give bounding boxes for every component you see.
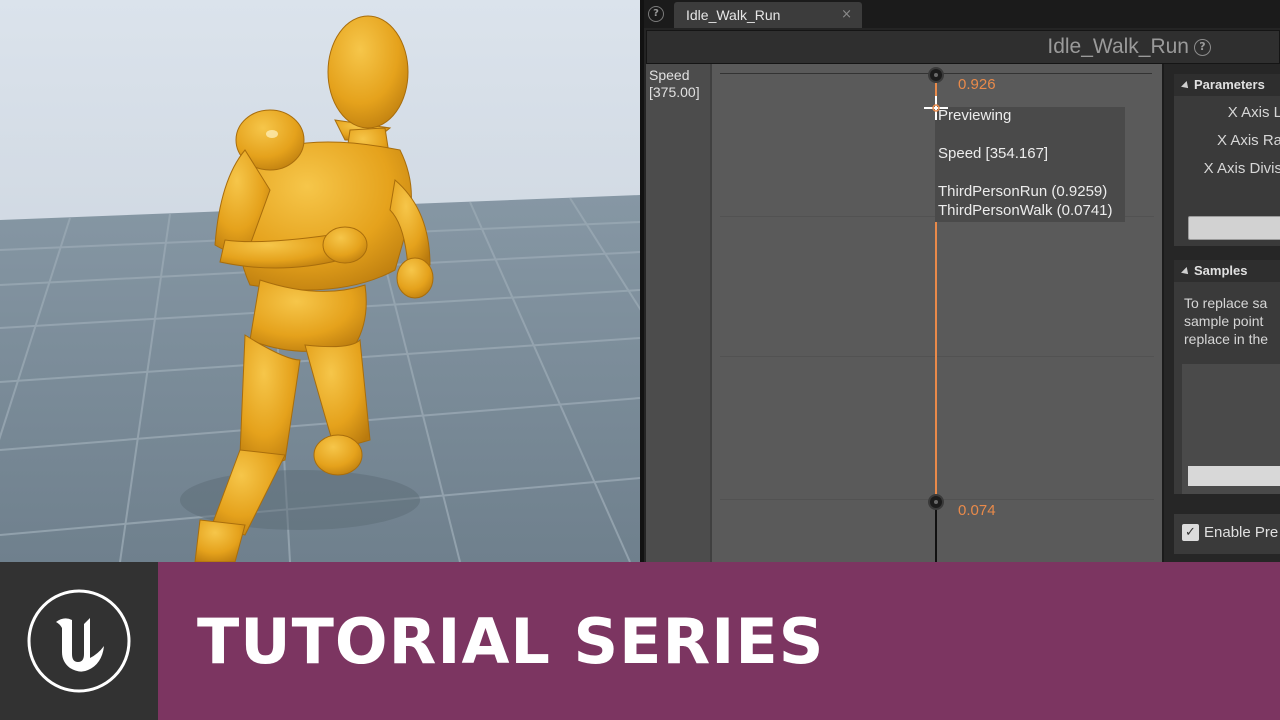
sample-point-run[interactable] [928, 67, 944, 83]
blend-space-graph[interactable]: 0.926 0.074 Previewing Speed [354.167] T… [710, 64, 1162, 562]
samples-section: Samples To replace sa sample point repla… [1174, 260, 1280, 494]
enable-preview-row: ✓ Enable Pre [1174, 514, 1280, 554]
sample-weight-walk: 0.074 [958, 502, 996, 519]
grid-line [720, 356, 1154, 357]
section-header[interactable]: Samples [1174, 260, 1280, 282]
details-panel: Parameters X Axis L X Axis Ra X Axis Div… [1162, 64, 1280, 562]
axis-line [935, 502, 937, 562]
section-title: Parameters [1194, 77, 1265, 92]
tooltip-speed: Speed [354.167] [938, 145, 1049, 162]
parameters-section: Parameters X Axis L X Axis Ra X Axis Div… [1174, 74, 1280, 246]
tab-bar: ? Idle_Walk_Run × [644, 0, 1280, 28]
samples-list-scrollbar[interactable] [1188, 466, 1280, 486]
section-title: Samples [1194, 263, 1248, 278]
x-axis-label-field: X Axis L [1227, 104, 1280, 121]
enable-preview-checkbox[interactable]: ✓ [1182, 524, 1199, 541]
axis-panel: Speed [375.00] [646, 64, 710, 562]
tooltip-title: Previewing [938, 107, 1012, 124]
animation-preview-viewport[interactable] [0, 0, 640, 562]
samples-help-text: To replace sa [1184, 295, 1268, 311]
crosshair-cursor-icon [924, 96, 948, 120]
mannequin-scene [0, 0, 640, 562]
blend-space-editor: ? Idle_Walk_Run × Idle_Walk_Run ? Speed … [644, 0, 1280, 562]
preview-tooltip: Previewing Speed [354.167] ThirdPersonRu… [935, 107, 1125, 222]
logo-box [0, 562, 158, 720]
tooltip-walk-weight: ThirdPersonWalk (0.0741) [938, 202, 1113, 219]
help-icon[interactable]: ? [1194, 39, 1211, 56]
apply-parameters-button[interactable] [1188, 216, 1280, 240]
tooltip-run-weight: ThirdPersonRun (0.9259) [938, 183, 1108, 200]
tab-idle-walk-run[interactable]: Idle_Walk_Run × [674, 2, 862, 28]
editor-header: Idle_Walk_Run ? [646, 30, 1280, 64]
samples-help-text: sample point [1184, 313, 1264, 329]
x-axis-range-field: X Axis Ra [1216, 132, 1280, 149]
section-header[interactable]: Parameters [1174, 74, 1280, 96]
tab-label: Idle_Walk_Run [686, 7, 781, 23]
sample-point-walk[interactable] [928, 494, 944, 510]
close-icon[interactable]: × [841, 7, 852, 22]
x-axis-divisions-field: X Axis Divis [1203, 160, 1280, 177]
collapse-arrow-icon [1181, 266, 1191, 277]
axis-max-value: [375.00] [649, 84, 700, 100]
enable-preview-label: Enable Pre [1204, 524, 1279, 541]
collapse-arrow-icon [1181, 80, 1191, 91]
banner-title: TUTORIAL SERIES [197, 605, 825, 678]
page-title: Idle_Walk_Run [1047, 35, 1189, 58]
sample-weight-run: 0.926 [958, 76, 996, 93]
unreal-engine-logo-icon [27, 589, 131, 693]
tutorial-banner: TUTORIAL SERIES [0, 562, 1280, 720]
axis-name: Speed [649, 67, 690, 83]
samples-help-text: replace in the [1184, 331, 1269, 347]
help-icon[interactable]: ? [648, 6, 664, 22]
